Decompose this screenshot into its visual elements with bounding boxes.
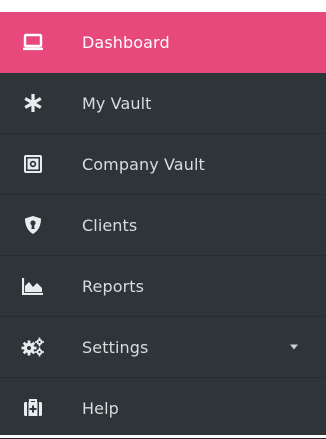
sidebar-item-label: Reports [82, 276, 145, 296]
sidebar-item-settings[interactable]: Settings [0, 317, 326, 378]
sidebar-item-clients[interactable]: Clients [0, 195, 326, 256]
sidebar-item-reports[interactable]: Reports [0, 256, 326, 317]
sidebar-item-label: Company Vault [82, 154, 205, 174]
sidebar-item-my-vault[interactable]: My Vault [0, 73, 326, 134]
sidebar-item-label: Help [82, 398, 119, 418]
sidebar-item-label: Dashboard [82, 32, 170, 52]
shield-icon [20, 212, 46, 238]
sidebar-item-label: Clients [82, 215, 138, 235]
area-chart-icon [20, 273, 46, 299]
medkit-icon [20, 395, 46, 421]
top-strip [0, 0, 326, 12]
safe-icon [20, 151, 46, 177]
sidebar-item-help[interactable]: Help [0, 378, 326, 439]
laptop-icon [20, 29, 46, 55]
asterisk-icon [20, 90, 46, 116]
cogs-icon [20, 334, 46, 360]
sidebar-item-label: My Vault [82, 93, 152, 113]
chevron-down-icon[interactable] [290, 344, 298, 350]
sidebar-item-label: Settings [82, 337, 149, 357]
sidebar-item-company-vault[interactable]: Company Vault [0, 134, 326, 195]
sidebar-item-dashboard[interactable]: Dashboard [0, 12, 326, 73]
sidebar-menu: Dashboard My Vault Company Vault Clients… [0, 12, 326, 439]
